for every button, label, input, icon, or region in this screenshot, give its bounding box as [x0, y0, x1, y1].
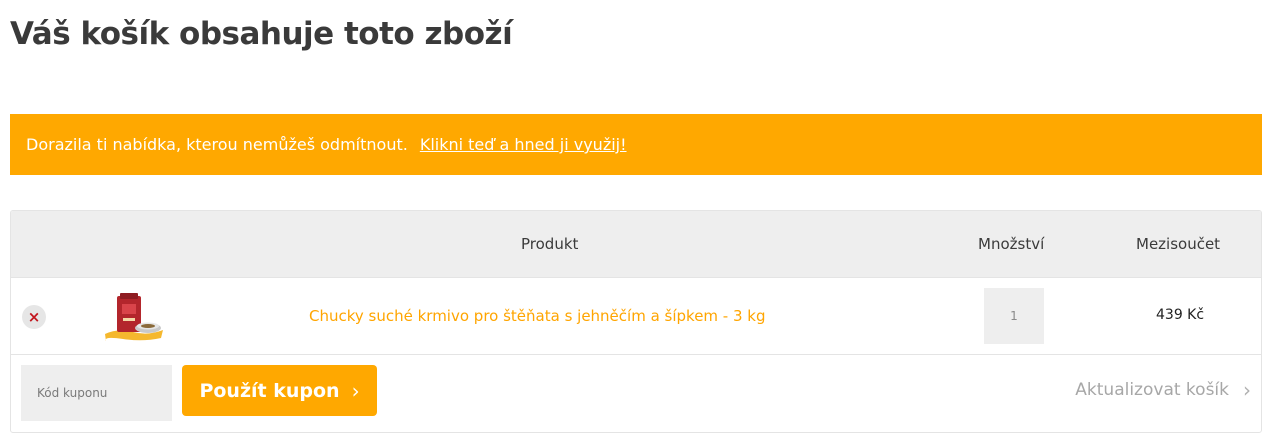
product-name-link[interactable]: Chucky suché krmivo pro štěňata s jehněč…	[309, 307, 766, 325]
promo-notice-text: Dorazila ti nabídka, kterou nemůžeš odmí…	[26, 135, 408, 154]
close-icon: ×	[27, 308, 41, 326]
update-cart-label: Aktualizovat košík	[1075, 380, 1229, 400]
column-header-product: Produkt	[521, 235, 579, 253]
cart-table-header: Produkt Množství Mezisoučet	[11, 211, 1261, 278]
cart-actions: Použít kupon › Aktualizovat košík ›	[11, 355, 1261, 432]
apply-coupon-button[interactable]: Použít kupon ›	[182, 365, 377, 416]
apply-coupon-label: Použít kupon	[199, 379, 340, 402]
cart-table: Produkt Množství Mezisoučet × Chucky suc…	[10, 210, 1262, 433]
product-thumbnail[interactable]	[103, 290, 165, 344]
cart-item-row: × Chucky suché krmivo pro štěňata s jehn…	[11, 278, 1261, 355]
coupon-code-input[interactable]	[21, 365, 172, 421]
update-cart-button[interactable]: Aktualizovat košík ›	[1075, 378, 1251, 402]
promo-notice: Dorazila ti nabídka, kterou nemůžeš odmí…	[10, 114, 1262, 175]
column-header-subtotal: Mezisoučet	[1136, 235, 1221, 253]
promo-notice-link[interactable]: Klikni teď a hned ji využij!	[420, 135, 627, 154]
chevron-right-icon: ›	[351, 378, 360, 403]
row-subtotal: 439 Kč	[1156, 307, 1205, 323]
chevron-right-icon: ›	[1243, 378, 1251, 402]
quantity-input[interactable]	[984, 288, 1044, 344]
page-title: Váš košík obsahuje toto zboží	[10, 16, 513, 52]
remove-item-button[interactable]: ×	[22, 305, 46, 329]
column-header-quantity: Množství	[978, 235, 1045, 253]
